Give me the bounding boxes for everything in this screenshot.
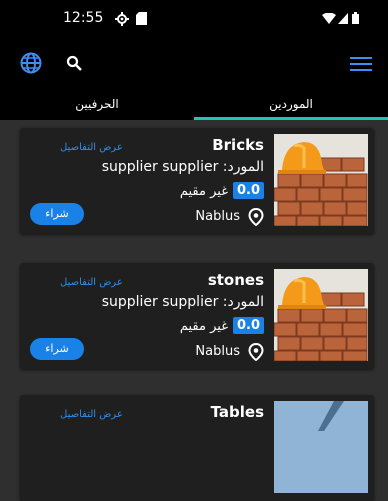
battery-icon	[352, 12, 359, 24]
product-supplier: المورد: supplier supplier	[101, 159, 264, 175]
globe-icon[interactable]	[20, 52, 42, 74]
product-image	[274, 269, 368, 361]
settings-status-icon	[115, 12, 129, 26]
buy-button[interactable]: شراء	[30, 338, 84, 360]
location-name: Nablus	[195, 209, 240, 224]
rating-status: غير مقيم	[179, 319, 228, 334]
view-details-link[interactable]: عرض التفاصيل	[60, 409, 123, 420]
tab-suppliers[interactable]: الموردين	[194, 90, 388, 120]
status-time: 12:55	[63, 10, 104, 26]
location-pin-icon	[248, 208, 264, 226]
rating-status: غير مقيم	[179, 184, 228, 199]
wifi-icon	[322, 13, 336, 24]
product-title: Tables	[210, 403, 264, 421]
sd-card-icon	[136, 12, 147, 25]
rating-badge: 0.0	[232, 317, 264, 334]
signal-icon	[338, 13, 348, 24]
product-list[interactable]: Bricks المورد: supplier supplier 0.0 غير…	[0, 120, 388, 501]
product-image	[274, 134, 368, 226]
app-bar	[0, 40, 388, 90]
product-title: stones	[207, 271, 264, 289]
search-icon[interactable]	[66, 55, 82, 71]
tab-craftsmen[interactable]: الحرفيين	[0, 90, 194, 120]
tab-bar: الحرفيين الموردين	[0, 90, 388, 120]
status-bar: 12:55	[0, 0, 388, 40]
buy-button[interactable]: شراء	[30, 203, 84, 225]
product-card[interactable]: Bricks المورد: supplier supplier 0.0 غير…	[20, 128, 374, 234]
view-details-link[interactable]: عرض التفاصيل	[60, 277, 123, 288]
product-card[interactable]: stones المورد: supplier supplier 0.0 غير…	[20, 263, 374, 369]
product-image	[274, 401, 368, 493]
product-supplier: المورد: supplier supplier	[101, 294, 264, 310]
menu-icon[interactable]	[350, 57, 372, 71]
location-name: Nablus	[195, 344, 240, 359]
location-pin-icon	[248, 343, 264, 361]
product-title: Bricks	[212, 136, 264, 154]
product-card[interactable]: Tables عرض التفاصيل	[20, 395, 374, 501]
view-details-link[interactable]: عرض التفاصيل	[60, 142, 123, 153]
rating-badge: 0.0	[232, 182, 264, 199]
